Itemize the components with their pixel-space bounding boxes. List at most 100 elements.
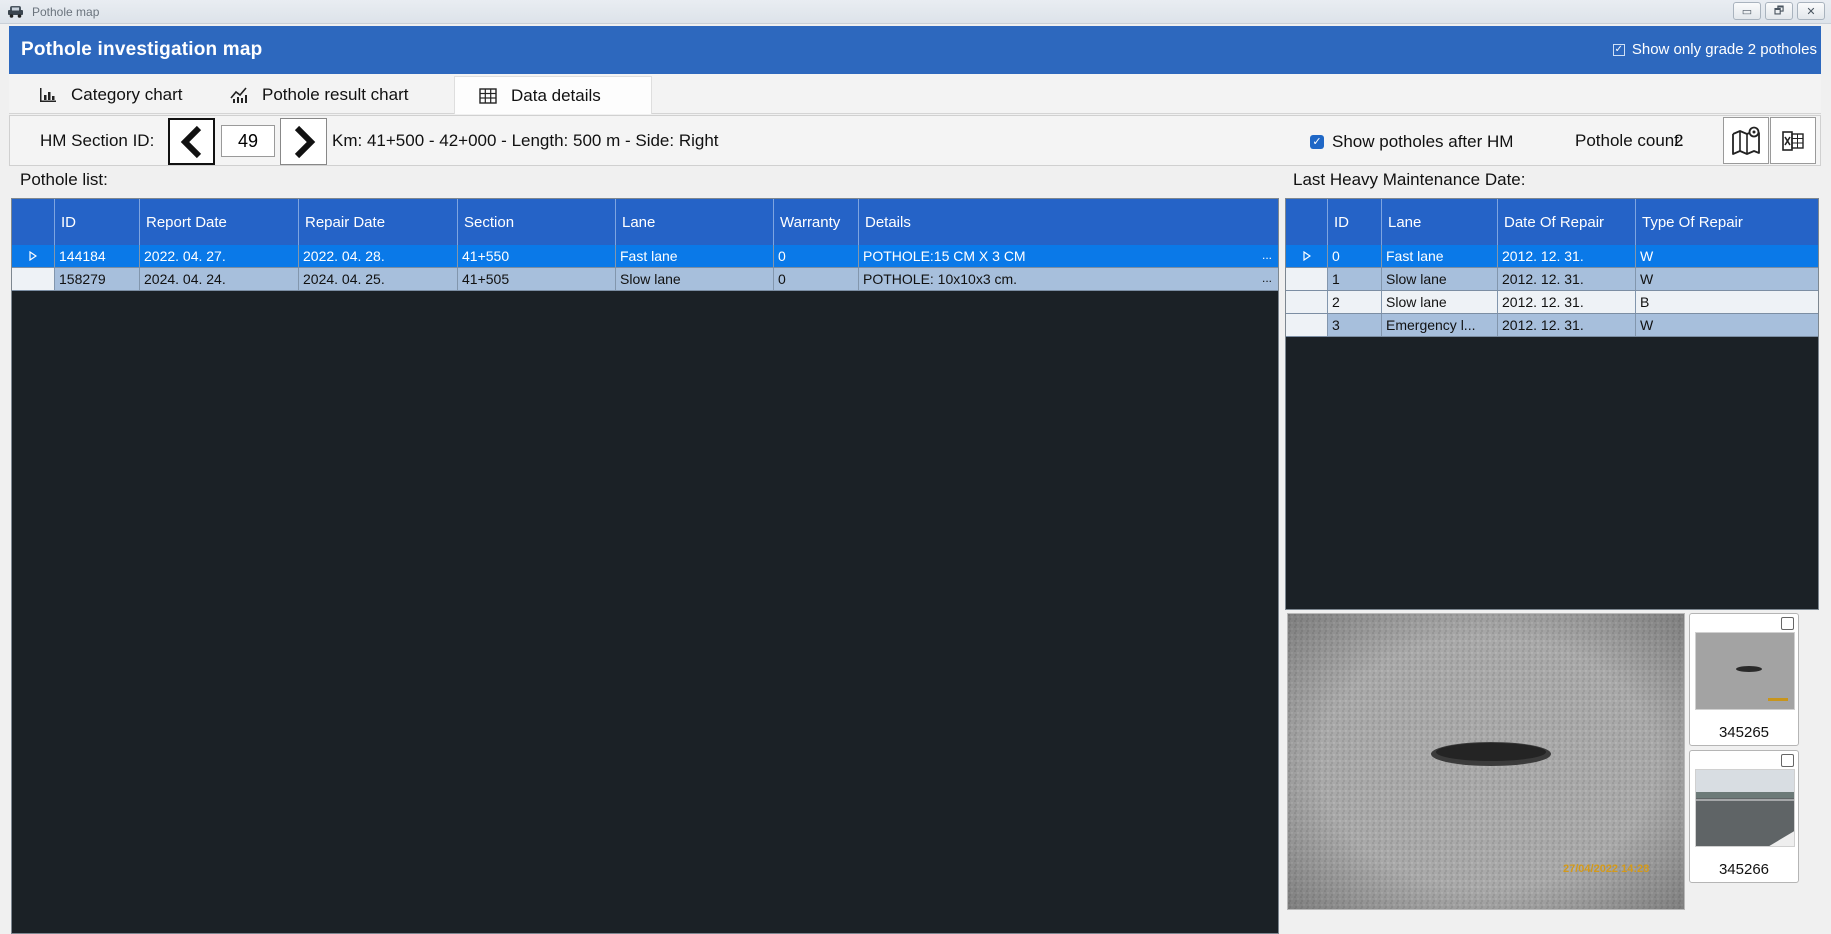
- cell-type-of-repair[interactable]: W: [1636, 268, 1818, 290]
- export-excel-button[interactable]: [1770, 117, 1816, 164]
- cell-section[interactable]: 41+505: [458, 268, 616, 290]
- thumbnail-image-graphic: [1696, 633, 1794, 709]
- cell-lane[interactable]: Slow lane: [1382, 268, 1498, 290]
- grade-2-label: Show only grade 2 potholes: [1631, 41, 1817, 58]
- table-row[interactable]: 2 Slow lane 2012. 12. 31. B: [1286, 291, 1818, 314]
- chevron-right-icon: [294, 125, 315, 158]
- table-row[interactable]: 0 Fast lane 2012. 12. 31. W: [1286, 245, 1818, 268]
- thumbnail-checkbox[interactable]: [1781, 617, 1794, 630]
- tab-label: Pothole result chart: [262, 85, 409, 104]
- cell-warranty[interactable]: 0: [774, 245, 859, 267]
- cell-repair-date[interactable]: 2024. 04. 25.: [299, 268, 458, 290]
- column-header[interactable]: ID: [55, 199, 140, 245]
- details-more-button[interactable]: ...: [1262, 248, 1272, 262]
- grid-header: ID Report Date Repair Date Section Lane …: [12, 199, 1278, 245]
- previous-section-button[interactable]: [168, 118, 215, 165]
- cell-details[interactable]: POTHOLE:15 CM X 3 CM ...: [859, 245, 1278, 267]
- tab-pothole-result-chart[interactable]: Pothole result chart: [214, 76, 424, 114]
- column-header[interactable]: Report Date: [140, 199, 299, 245]
- details-more-button[interactable]: ...: [1262, 271, 1272, 285]
- cell-type-of-repair[interactable]: B: [1636, 291, 1818, 313]
- app-header: Pothole investigation map ✓ Show only gr…: [9, 26, 1821, 74]
- restore-button[interactable]: 🗗: [1765, 2, 1793, 20]
- cell-date-of-repair[interactable]: 2012. 12. 31.: [1498, 314, 1636, 336]
- row-pointer-icon: [1302, 251, 1311, 261]
- details-text: POTHOLE: 10x10x3 cm.: [863, 271, 1018, 287]
- cell-lane[interactable]: Emergency l...: [1382, 314, 1498, 336]
- thumbnail-checkbox[interactable]: [1781, 754, 1794, 767]
- row-pointer-icon: [29, 251, 37, 261]
- grade-2-checkbox[interactable]: ✓: [1612, 43, 1625, 56]
- close-button[interactable]: ✕: [1797, 2, 1825, 20]
- pothole-list-grid[interactable]: ID Report Date Repair Date Section Lane …: [11, 198, 1279, 934]
- cell-details[interactable]: POTHOLE: 10x10x3 cm. ...: [859, 268, 1278, 290]
- maintenance-label: Last Heavy Maintenance Date:: [1293, 170, 1526, 189]
- window-controls: ▭ 🗗 ✕: [1733, 2, 1825, 20]
- cell-report-date[interactable]: 2022. 04. 27.: [140, 245, 299, 267]
- cell-id[interactable]: 3: [1328, 314, 1382, 336]
- map-button[interactable]: [1723, 117, 1769, 164]
- photo-thumbnail[interactable]: 345266: [1689, 750, 1799, 883]
- grade-2-filter[interactable]: ✓ Show only grade 2 potholes: [1612, 41, 1817, 58]
- row-indicator: [1286, 314, 1328, 336]
- photo-timestamp: 27/04/2022 14:28: [1563, 863, 1650, 875]
- cell-type-of-repair[interactable]: W: [1636, 245, 1818, 267]
- table-row[interactable]: 1 Slow lane 2012. 12. 31. W: [1286, 268, 1818, 291]
- column-header[interactable]: Date Of Repair: [1498, 199, 1636, 245]
- cell-lane[interactable]: Slow lane: [1382, 291, 1498, 313]
- tab-category-chart[interactable]: Category chart: [23, 76, 199, 114]
- cell-warranty[interactable]: 0: [774, 268, 859, 290]
- hm-section-input[interactable]: [221, 125, 275, 157]
- maintenance-grid[interactable]: ID Lane Date Of Repair Type Of Repair 0 …: [1285, 198, 1819, 610]
- cell-type-of-repair[interactable]: W: [1636, 314, 1818, 336]
- table-row[interactable]: 158279 2024. 04. 24. 2024. 04. 25. 41+50…: [12, 268, 1278, 291]
- tab-data-details[interactable]: Data details: [454, 76, 652, 114]
- trend-chart-icon: [230, 87, 247, 103]
- photo-thumbnail[interactable]: 345265: [1689, 613, 1799, 746]
- column-header[interactable]: Details: [859, 199, 1278, 245]
- hm-section-label: HM Section ID:: [40, 131, 155, 150]
- cell-date-of-repair[interactable]: 2012. 12. 31.: [1498, 245, 1636, 267]
- hm-toolbar: HM Section ID: Km: 41+500 - 42+000 - Len…: [9, 115, 1821, 166]
- column-header[interactable]: Repair Date: [299, 199, 458, 245]
- cell-section[interactable]: 41+550: [458, 245, 616, 267]
- section-info: Km: 41+500 - 42+000 - Length: 500 m - Si…: [332, 131, 719, 150]
- column-header[interactable]: Lane: [616, 199, 774, 245]
- cell-lane[interactable]: Fast lane: [616, 245, 774, 267]
- pothole-count-value: 2: [1674, 131, 1684, 150]
- cell-id[interactable]: 144184: [55, 245, 140, 267]
- cell-id[interactable]: 2: [1328, 291, 1382, 313]
- pothole-photo[interactable]: 27/04/2022 14:28: [1287, 613, 1685, 910]
- show-after-hm-toggle[interactable]: ✓ Show potholes after HM: [1310, 132, 1513, 152]
- pothole-list-label: Pothole list:: [20, 170, 108, 189]
- thumbnail-label: 345266: [1718, 861, 1770, 878]
- table-row[interactable]: 144184 2022. 04. 27. 2022. 04. 28. 41+55…: [12, 245, 1278, 268]
- cell-lane[interactable]: Fast lane: [1382, 245, 1498, 267]
- column-header[interactable]: Type Of Repair: [1636, 199, 1818, 245]
- cell-report-date[interactable]: 2024. 04. 24.: [140, 268, 299, 290]
- column-header[interactable]: Section: [458, 199, 616, 245]
- tab-label: Data details: [511, 85, 601, 105]
- row-indicator: [1286, 268, 1328, 290]
- minimize-button[interactable]: ▭: [1733, 2, 1761, 20]
- show-after-hm-checkbox[interactable]: ✓: [1310, 135, 1324, 149]
- table-row[interactable]: 3 Emergency l... 2012. 12. 31. W: [1286, 314, 1818, 337]
- row-indicator: [1286, 291, 1328, 313]
- cell-date-of-repair[interactable]: 2012. 12. 31.: [1498, 268, 1636, 290]
- pothole-count-label: Pothole count:: [1575, 131, 1684, 150]
- cell-date-of-repair[interactable]: 2012. 12. 31.: [1498, 291, 1636, 313]
- grid-header: ID Lane Date Of Repair Type Of Repair: [1286, 199, 1818, 245]
- tab-bar: Category chart Pothole result chart Data…: [9, 74, 1821, 114]
- cell-lane[interactable]: Slow lane: [616, 268, 774, 290]
- cell-id[interactable]: 1: [1328, 268, 1382, 290]
- cell-id[interactable]: 0: [1328, 245, 1382, 267]
- next-section-button[interactable]: [280, 118, 327, 165]
- cell-id[interactable]: 158279: [55, 268, 140, 290]
- window-titlebar: Pothole map ▭ 🗗 ✕: [0, 0, 1831, 24]
- table-icon: [479, 87, 497, 104]
- column-header[interactable]: ID: [1328, 199, 1382, 245]
- column-header[interactable]: Lane: [1382, 199, 1498, 245]
- bar-chart-icon: [40, 88, 56, 102]
- cell-repair-date[interactable]: 2022. 04. 28.: [299, 245, 458, 267]
- column-header[interactable]: Warranty: [774, 199, 859, 245]
